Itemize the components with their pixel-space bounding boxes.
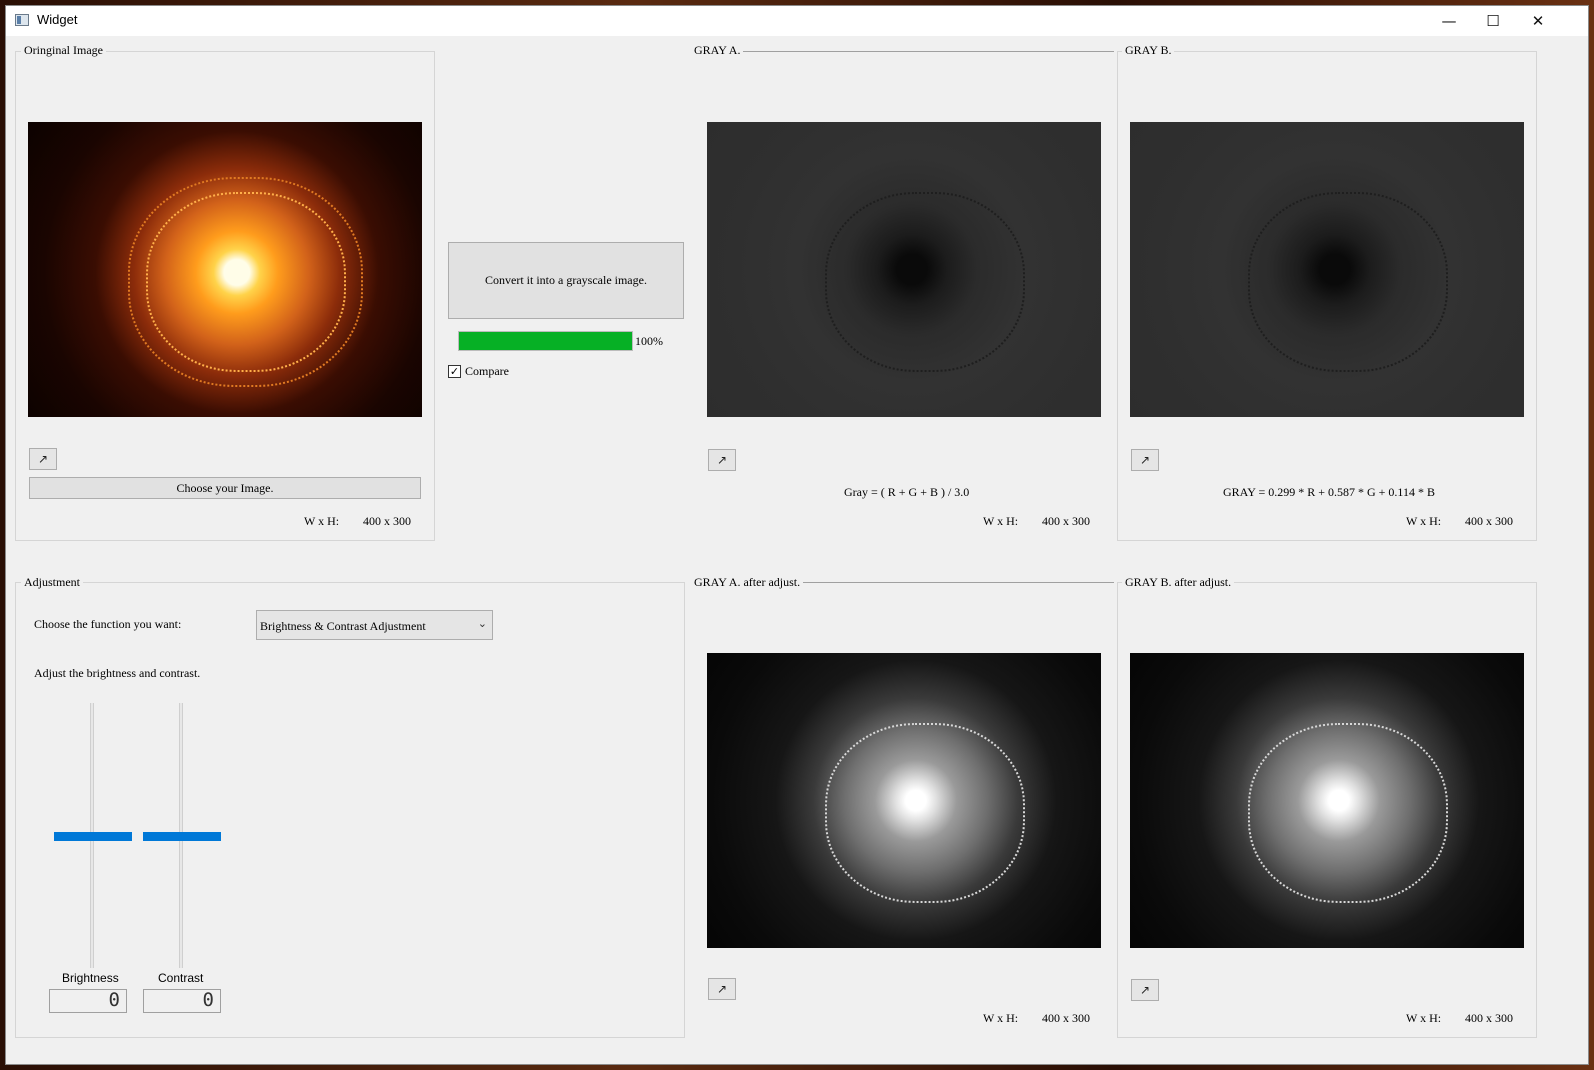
adjustment-group <box>15 582 685 1038</box>
gray-b-adj-wh-label: W x H: <box>1406 1011 1442 1025</box>
contrast-slider-handle[interactable] <box>143 831 221 841</box>
original-image <box>28 122 422 417</box>
choose-function-label: Choose the function you want: <box>34 617 182 631</box>
gray-a-adjusted-image <box>707 653 1101 948</box>
gray-a-group-title: GRAY A. <box>691 43 744 58</box>
brightness-label: Brightness <box>62 971 119 985</box>
expand-gray-a-adj-button[interactable]: ↗ <box>708 978 736 1000</box>
contrast-lcd: 0 <box>143 989 221 1013</box>
expand-gray-a-button[interactable]: ↗ <box>708 449 736 471</box>
contrast-label: Contrast <box>158 971 204 985</box>
minimize-button[interactable]: — <box>1426 6 1472 36</box>
gray-b-wh-label: W x H: <box>1406 514 1442 528</box>
gray-a-wh-label: W x H: <box>983 514 1019 528</box>
gray-b-formula: GRAY = 0.299 * R + 0.587 * G + 0.114 * B <box>1223 485 1435 499</box>
window-title: Widget <box>37 12 78 27</box>
compare-label: Compare <box>465 364 509 378</box>
expand-icon: ↗ <box>37 452 49 466</box>
chevron-down-icon: ⌄ <box>477 617 487 630</box>
brightness-lcd: 0 <box>49 989 127 1013</box>
title-bar: Widget — ☐ ✕ <box>6 6 1588 36</box>
gray-a-adj-group-title: GRAY A. after adjust. <box>691 575 804 590</box>
gray-a-formula: Gray = ( R + G + B ) / 3.0 <box>844 485 970 499</box>
function-select-value: Brightness & Contrast Adjustment <box>260 619 426 633</box>
gray-a-group-line <box>695 51 1114 52</box>
gray-b-group-title: GRAY B. <box>1122 43 1175 58</box>
compare-checkbox[interactable]: ✓ <box>448 365 461 378</box>
expand-icon: ↗ <box>1139 983 1151 997</box>
gray-a-wh-value: 400 x 300 <box>1042 514 1090 528</box>
check-icon: ✓ <box>449 365 460 378</box>
close-button[interactable]: ✕ <box>1515 6 1561 36</box>
gray-b-adj-wh-value: 400 x 300 <box>1465 1011 1513 1025</box>
gray-b-image <box>1130 122 1524 417</box>
expand-original-button[interactable]: ↗ <box>29 448 57 470</box>
gray-a-adj-wh-label: W x H: <box>983 1011 1019 1025</box>
adjust-hint: Adjust the brightness and contrast. <box>34 666 201 680</box>
gray-b-adj-group-title: GRAY B. after adjust. <box>1122 575 1235 590</box>
original-wh-value: 400 x 300 <box>363 514 411 528</box>
expand-gray-b-button[interactable]: ↗ <box>1131 449 1159 471</box>
maximize-button[interactable]: ☐ <box>1470 6 1516 36</box>
gray-a-adj-wh-value: 400 x 300 <box>1042 1011 1090 1025</box>
expand-icon: ↗ <box>716 982 728 996</box>
progress-bar <box>458 331 633 351</box>
function-select[interactable]: Brightness & Contrast Adjustment ⌄ <box>256 610 493 640</box>
expand-icon: ↗ <box>716 453 728 467</box>
gray-b-wh-value: 400 x 300 <box>1465 514 1513 528</box>
gray-b-adjusted-image <box>1130 653 1524 948</box>
original-group-title: Oringinal Image <box>21 43 106 58</box>
app-icon <box>15 14 29 26</box>
gray-a-image <box>707 122 1101 417</box>
progress-fill <box>459 332 632 350</box>
adjustment-group-title: Adjustment <box>21 575 83 590</box>
brightness-slider-handle[interactable] <box>54 831 132 841</box>
original-wh-label: W x H: <box>304 514 340 528</box>
choose-image-button[interactable]: Choose your Image. <box>29 477 421 499</box>
progress-label: 100% <box>635 334 663 348</box>
expand-icon: ↗ <box>1139 453 1151 467</box>
convert-grayscale-button[interactable]: Convert it into a grayscale image. <box>448 242 684 319</box>
expand-gray-b-adj-button[interactable]: ↗ <box>1131 979 1159 1001</box>
widget-window: Widget — ☐ ✕ Oringinal Image ↗ Choose yo… <box>5 5 1589 1065</box>
